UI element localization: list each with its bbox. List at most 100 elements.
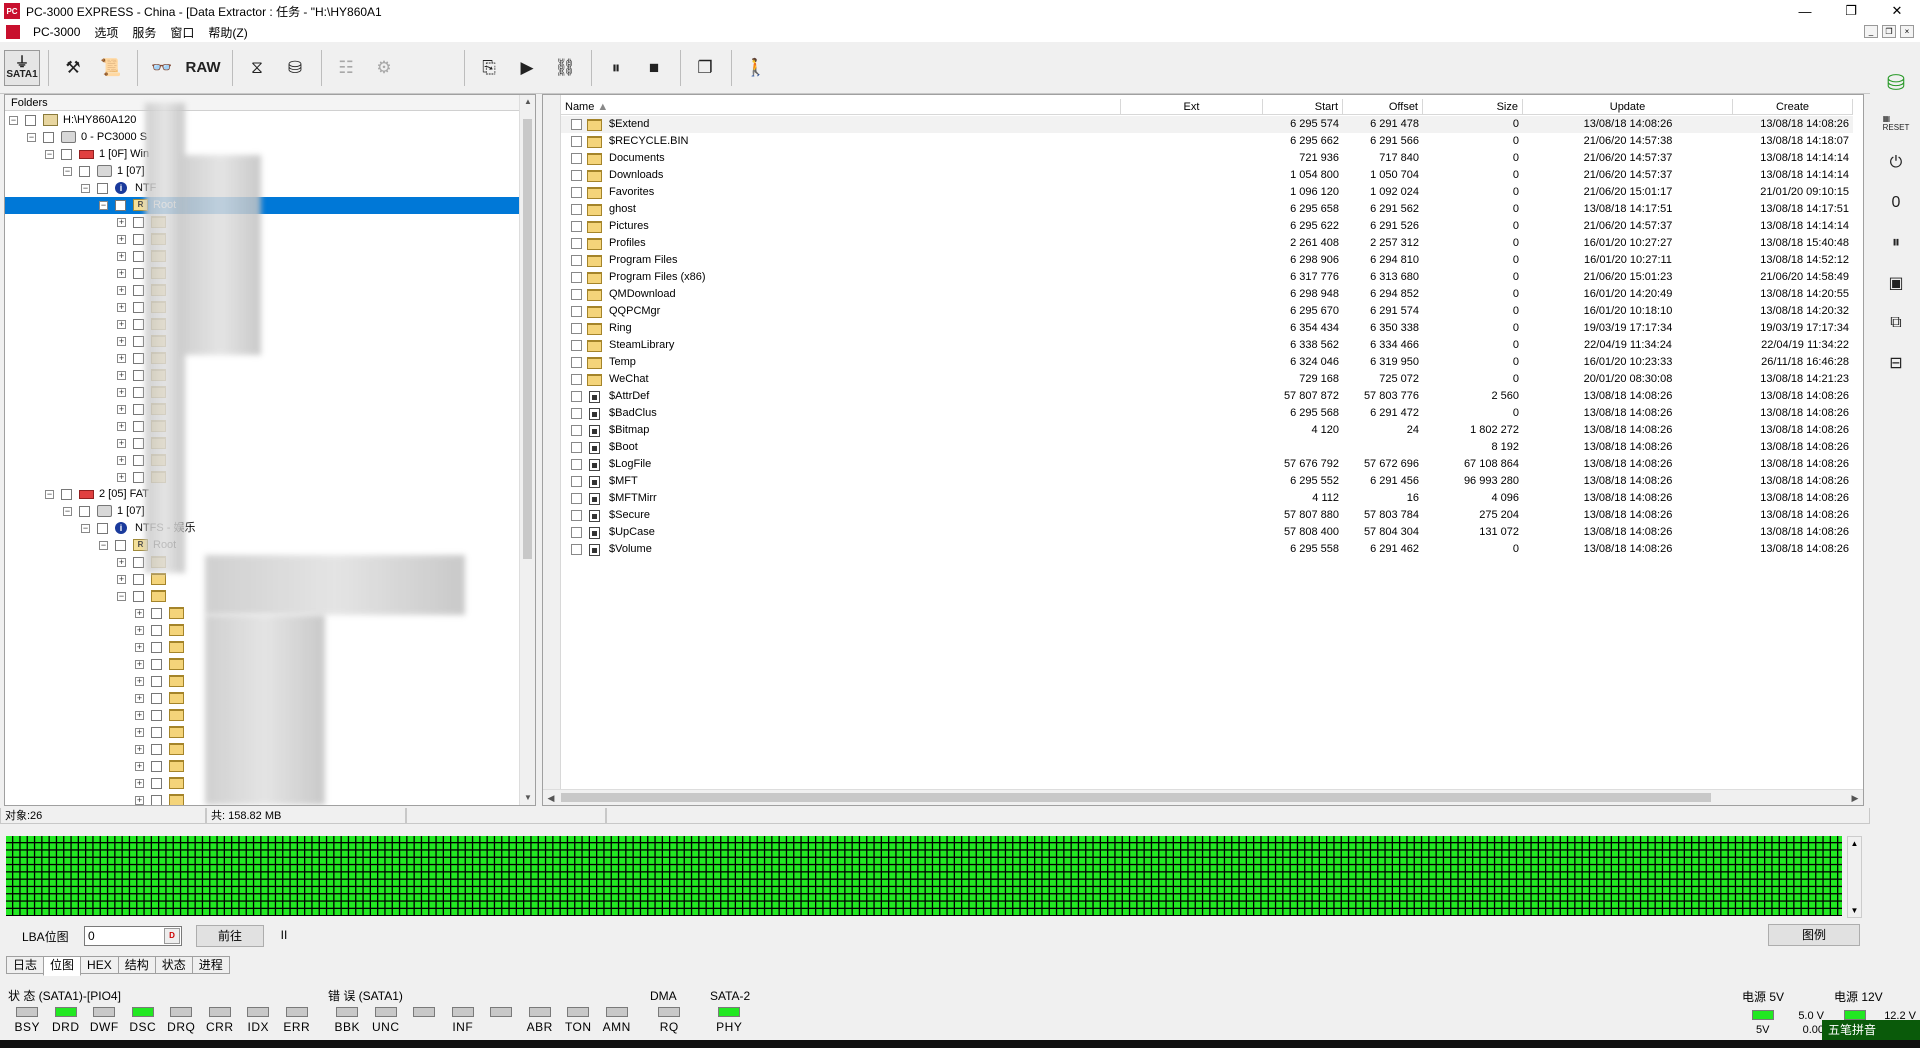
tree-node-folder[interactable]: +	[5, 435, 520, 452]
file-row[interactable]: ghost 6 295 658 6 291 562 0 13/08/18 14:17:5…	[561, 201, 1853, 218]
file-row[interactable]: QQPCMgr 6 295 670 6 291 574 0 16/01/20 10:18…	[561, 303, 1853, 320]
mdi-close-button[interactable]: ×	[1900, 25, 1914, 38]
tree-checkbox[interactable]	[133, 472, 144, 483]
row-checkbox[interactable]	[571, 170, 582, 181]
file-row[interactable]: $Bitmap 4 120 24 1 802 272 13/08/18 14:08:26…	[561, 422, 1853, 439]
tree-checkbox[interactable]	[151, 642, 162, 653]
tree-node[interactable]: − 1 [0F] Win	[5, 146, 520, 163]
expand-toggle-icon[interactable]: +	[117, 303, 126, 312]
tree-node-folder[interactable]: +	[5, 333, 520, 350]
row-checkbox[interactable]	[571, 238, 582, 249]
list-hscrollbar[interactable]: ◀ ▶	[543, 789, 1863, 805]
tree-checkbox[interactable]	[133, 336, 144, 347]
expand-toggle-icon[interactable]: +	[135, 694, 144, 703]
row-checkbox[interactable]	[571, 187, 582, 198]
tree-node[interactable]: − 1 [07]	[5, 163, 520, 180]
file-row[interactable]: $Extend 6 295 574 6 291 478 0 13/08/18 14:08…	[561, 116, 1853, 133]
column-ext[interactable]: Ext	[1121, 99, 1263, 115]
tree-checkbox[interactable]	[133, 234, 144, 245]
tree-checkbox[interactable]	[133, 438, 144, 449]
goto-button[interactable]: 前往	[196, 925, 264, 947]
row-checkbox[interactable]	[571, 493, 582, 504]
row-checkbox[interactable]	[571, 374, 582, 385]
expand-toggle-icon[interactable]: +	[117, 218, 126, 227]
tree-checkbox[interactable]	[115, 200, 126, 211]
chip-button[interactable]: ▣	[1879, 266, 1913, 300]
expand-toggle-icon[interactable]: +	[135, 779, 144, 788]
scroll-up-icon[interactable]: ▲	[520, 95, 535, 109]
tree-checkbox[interactable]	[133, 557, 144, 568]
expand-toggle-icon[interactable]: +	[117, 371, 126, 380]
file-row[interactable]: Downloads 1 054 800 1 050 704 0 21/06/20 14:…	[561, 167, 1853, 184]
tree-checkbox[interactable]	[151, 795, 162, 805]
tree-node-folder[interactable]: +	[5, 248, 520, 265]
file-row[interactable]: $Volume 6 295 558 6 291 462 0 13/08/18 14:08…	[561, 541, 1853, 558]
column-name[interactable]: Name ▲	[561, 99, 1121, 115]
tree-checkbox[interactable]	[133, 455, 144, 466]
expand-toggle-icon[interactable]: +	[135, 728, 144, 737]
mdi-window-icon[interactable]	[6, 25, 20, 39]
tree-checkbox[interactable]	[97, 523, 108, 534]
expand-toggle-icon[interactable]: −	[45, 490, 54, 499]
tree-checkbox[interactable]	[151, 710, 162, 721]
row-checkbox[interactable]	[571, 119, 582, 130]
expand-toggle-icon[interactable]: +	[117, 439, 126, 448]
tree-checkbox[interactable]	[133, 421, 144, 432]
sata-port-button[interactable]: ⏚ SATA1	[4, 49, 40, 86]
tree-checkbox[interactable]	[133, 387, 144, 398]
tree-checkbox[interactable]	[97, 183, 108, 194]
tools-button[interactable]: ⚒	[55, 50, 91, 86]
file-row[interactable]: WeChat 729 168 725 072 0 20/01/20 08:30:08 13…	[561, 371, 1853, 388]
scroll-thumb[interactable]	[561, 793, 1711, 802]
search-button[interactable]: 👓	[144, 50, 180, 86]
file-row[interactable]: Documents 721 936 717 840 0 21/06/20 14:57:3…	[561, 150, 1853, 167]
tree-node-folder[interactable]: +	[5, 231, 520, 248]
row-checkbox[interactable]	[571, 459, 582, 470]
windows-button[interactable]: ❐	[687, 50, 723, 86]
tree-action-button[interactable]: ☷	[328, 50, 364, 86]
exit-button[interactable]: 🚶	[738, 50, 774, 86]
menu-window[interactable]: 窗口	[163, 24, 201, 41]
row-checkbox[interactable]	[571, 289, 582, 300]
expand-toggle-icon[interactable]: +	[135, 796, 144, 805]
column-offset[interactable]: Offset	[1343, 99, 1423, 115]
tree-node-folder[interactable]: +	[5, 384, 520, 401]
tree-checkbox[interactable]	[151, 693, 162, 704]
expand-toggle-icon[interactable]: +	[117, 337, 126, 346]
file-row[interactable]: $MFTMirr 4 112 16 4 096 13/08/18 14:08:26 13/…	[561, 490, 1853, 507]
tree-scrollbar[interactable]: ▲ ▼	[519, 95, 535, 805]
expand-toggle-icon[interactable]: −	[63, 167, 72, 176]
stop-button[interactable]: ■	[636, 50, 672, 86]
expand-toggle-icon[interactable]: +	[117, 456, 126, 465]
scroll-up-icon[interactable]: ▲	[1848, 837, 1861, 850]
file-row[interactable]: $Secure 57 807 880 57 803 784 275 204 13/08/…	[561, 507, 1853, 524]
tree-checkbox[interactable]	[133, 404, 144, 415]
script-button[interactable]: 📜	[93, 50, 129, 86]
tree-checkbox[interactable]	[115, 540, 126, 551]
tree-checkbox[interactable]	[133, 574, 144, 585]
task-button[interactable]: ⎘	[471, 50, 507, 86]
row-checkbox[interactable]	[571, 153, 582, 164]
expand-toggle-icon[interactable]: +	[135, 745, 144, 754]
file-row[interactable]: $BadClus 6 295 568 6 291 472 0 13/08/18 14:0…	[561, 405, 1853, 422]
row-checkbox[interactable]	[571, 476, 582, 487]
export-button[interactable]: ⛁	[277, 50, 313, 86]
expand-toggle-icon[interactable]: −	[99, 541, 108, 550]
expand-toggle-icon[interactable]: +	[117, 354, 126, 363]
row-checkbox[interactable]	[571, 272, 582, 283]
expand-toggle-icon[interactable]: −	[27, 133, 36, 142]
expand-toggle-icon[interactable]: +	[117, 235, 126, 244]
file-row[interactable]: Profiles 2 261 408 2 257 312 0 16/01/20 10:2…	[561, 235, 1853, 252]
tree-checkbox[interactable]	[133, 319, 144, 330]
menu-options[interactable]: 选项	[87, 24, 125, 41]
tree-checkbox[interactable]	[133, 591, 144, 602]
row-checkbox[interactable]	[571, 391, 582, 402]
expand-toggle-icon[interactable]: −	[63, 507, 72, 516]
tree-checkbox[interactable]	[151, 659, 162, 670]
close-button[interactable]: ✕	[1874, 0, 1920, 22]
row-checkbox[interactable]	[571, 544, 582, 555]
tree-checkbox[interactable]	[133, 268, 144, 279]
column-create[interactable]: Create	[1733, 99, 1853, 115]
row-checkbox[interactable]	[571, 442, 582, 453]
tree-node-folder[interactable]: +	[5, 469, 520, 486]
